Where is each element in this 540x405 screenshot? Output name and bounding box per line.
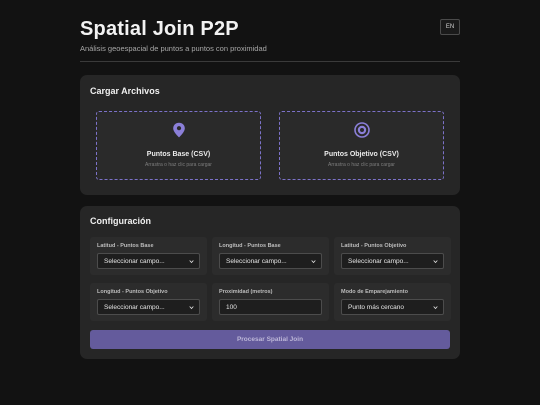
config-card-title: Configuración	[90, 216, 151, 226]
target-latitude-field: Latitud - Puntos Objetivo Seleccionar ca…	[334, 237, 451, 275]
page-title: Spatial Join P2P	[80, 18, 239, 40]
target-icon	[353, 122, 370, 138]
target-points-hint: Arrastra o haz clic para cargar	[328, 162, 395, 168]
target-latitude-label: Latitud - Puntos Objetivo	[341, 243, 407, 249]
page-header: Spatial Join P2P Análisis geoespacial de…	[80, 15, 460, 62]
page-subtitle: Análisis geoespacial de puntos a puntos …	[80, 44, 267, 53]
matching-mode-label: Modo de Emparejamiento	[341, 289, 408, 295]
language-toggle-button[interactable]: EN	[440, 19, 460, 35]
base-longitude-label: Longitud - Puntos Base	[219, 243, 281, 249]
base-longitude-value: Seleccionar campo...	[226, 257, 287, 265]
proximity-value: 100	[226, 303, 237, 311]
base-longitude-select[interactable]: Seleccionar campo...	[219, 253, 322, 269]
map-pin-icon	[172, 122, 185, 138]
chevron-down-icon	[311, 260, 316, 264]
app-page: Spatial Join P2P Análisis geoespacial de…	[0, 0, 540, 405]
target-longitude-value: Seleccionar campo...	[104, 303, 165, 311]
target-latitude-select[interactable]: Seleccionar campo...	[341, 253, 444, 269]
upload-card-title: Cargar Archivos	[90, 86, 160, 96]
matching-mode-select[interactable]: Punto más cercano	[341, 299, 444, 315]
target-longitude-label: Longitud - Puntos Objetivo	[97, 289, 168, 295]
target-longitude-field: Longitud - Puntos Objetivo Seleccionar c…	[90, 283, 207, 321]
chevron-down-icon	[189, 260, 194, 264]
target-longitude-select[interactable]: Seleccionar campo...	[97, 299, 200, 315]
base-points-label: Puntos Base (CSV)	[146, 151, 211, 158]
base-points-dropzone[interactable]: Puntos Base (CSV) Arrastra o haz clic pa…	[96, 111, 261, 180]
target-latitude-value: Seleccionar campo...	[348, 257, 409, 265]
proximity-label: Proximidad (metros)	[219, 289, 273, 295]
base-latitude-select[interactable]: Seleccionar campo...	[97, 253, 200, 269]
base-points-hint: Arrastra o haz clic para cargar	[145, 162, 212, 168]
chevron-down-icon	[433, 260, 438, 264]
chevron-down-icon	[189, 306, 194, 310]
chevron-down-icon	[433, 306, 438, 310]
target-points-dropzone[interactable]: Puntos Objetivo (CSV) Arrastra o haz cli…	[279, 111, 444, 180]
target-points-label: Puntos Objetivo (CSV)	[324, 151, 399, 158]
base-longitude-field: Longitud - Puntos Base Seleccionar campo…	[212, 237, 329, 275]
base-latitude-value: Seleccionar campo...	[104, 257, 165, 265]
matching-mode-field: Modo de Emparejamiento Punto más cercano	[334, 283, 451, 321]
process-spatial-join-button[interactable]: Procesar Spatial Join	[90, 330, 450, 349]
proximity-field: Proximidad (metros) 100	[212, 283, 329, 321]
proximity-input[interactable]: 100	[219, 299, 322, 315]
config-card: Configuración Latitud - Puntos Base Sele…	[80, 206, 460, 359]
matching-mode-value: Punto más cercano	[348, 303, 405, 311]
base-latitude-field: Latitud - Puntos Base Seleccionar campo.…	[90, 237, 207, 275]
upload-card: Cargar Archivos Puntos Base (CSV) Arrast…	[80, 75, 460, 195]
base-latitude-label: Latitud - Puntos Base	[97, 243, 154, 249]
